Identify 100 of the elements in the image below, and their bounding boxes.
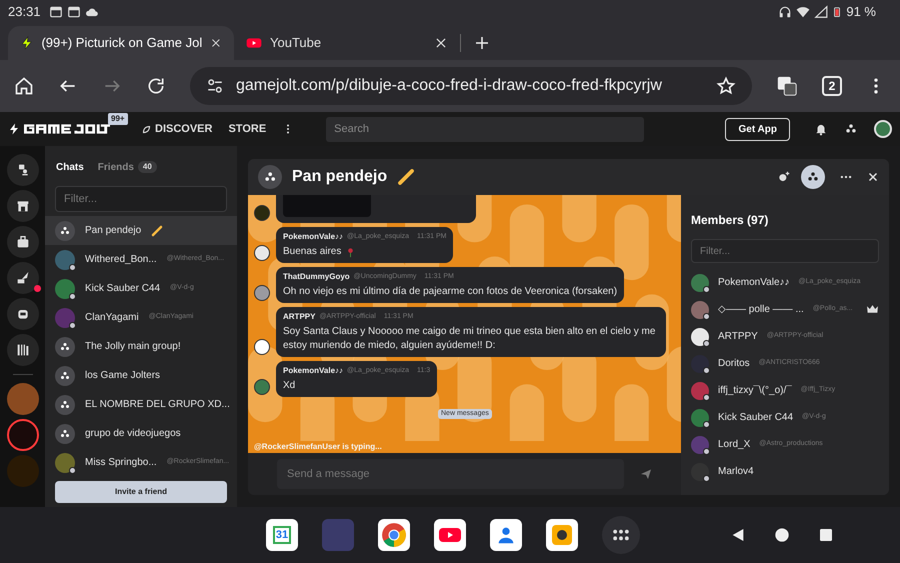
- member-name: Lord_X: [718, 438, 750, 452]
- message-text: Soy Santa Claus y Nooooo me caigo de mi trineo que esta bien alto en el cielo y me estoy muriendo de miedo, alguien ayúdeme!! D:: [283, 325, 656, 353]
- leaf-icon: [142, 124, 151, 134]
- add-member-icon[interactable]: [777, 170, 791, 184]
- chat-name: Kick Sauber C44: [85, 282, 160, 296]
- user-avatar: [254, 339, 270, 355]
- sidebar-button[interactable]: [6, 298, 38, 330]
- message-input[interactable]: Send a message: [277, 459, 624, 489]
- app-icon[interactable]: [602, 516, 640, 554]
- group-avatar-icon: [258, 165, 282, 189]
- message-text: Oh no viejo es mi último día de pajearme con fotos de Veeronica (forsaken): [283, 285, 618, 299]
- calendar-date: 31: [272, 526, 292, 544]
- plus-icon[interactable]: [473, 34, 491, 52]
- typing-indicator: @RockerSlimefanUser is typing...: [248, 441, 681, 453]
- community-avatar[interactable]: [6, 419, 38, 451]
- member-name: Marlov4: [718, 465, 754, 479]
- search-field[interactable]: Search: [326, 116, 644, 142]
- calendar-icon: [48, 5, 63, 19]
- filter-field[interactable]: Filter...: [691, 239, 879, 263]
- camera-icon: [550, 523, 574, 547]
- sidebar-button[interactable]: [6, 334, 38, 366]
- app-icon[interactable]: [490, 519, 522, 551]
- group-avatar-icon: [55, 424, 75, 444]
- sidebar-button[interactable]: [6, 226, 38, 258]
- message-author: PokemonVale♪♪: [283, 231, 344, 243]
- members-heading: Members (97): [691, 212, 770, 229]
- member-name: PokemonVale♪♪: [718, 276, 790, 290]
- send-icon[interactable]: [640, 468, 652, 480]
- app-icon[interactable]: [546, 519, 578, 551]
- briefcase-icon: [14, 234, 30, 250]
- group-avatar-icon: [55, 336, 75, 356]
- chat-name: EL NOMBRE DEL GRUPO XD...: [85, 398, 230, 412]
- chat-list-item[interactable]: Pan pendejo: [45, 216, 237, 245]
- chat-name: ClanYagami: [85, 311, 139, 325]
- browser-tab[interactable]: (99+) Picturick on Game Jol: [8, 26, 234, 60]
- address-bar[interactable]: gamejolt.com/p/dibuje-a-coco-fred-i-draw-coco-fred-fkpcyrjw: [190, 67, 752, 105]
- member-name: Kick Sauber C44: [718, 411, 794, 425]
- tab-title: (99+) Picturick on Game Jol: [41, 34, 202, 52]
- back-icon[interactable]: [730, 527, 746, 543]
- chat-name: Pan pendejo: [85, 224, 142, 238]
- lightning-icon: [8, 123, 20, 135]
- home-icon[interactable]: [14, 76, 34, 96]
- chat-name: grupo de videojuegos: [85, 427, 181, 441]
- profile-avatar[interactable]: [874, 120, 892, 138]
- chat-name: Miss Springbo...: [85, 456, 157, 470]
- calendar-icon: [66, 5, 81, 19]
- sidebar-button[interactable]: [6, 154, 38, 186]
- chat-list-item[interactable]: EL NOMBRE DEL GRUPO XD...: [45, 390, 237, 419]
- group-avatar-icon: [55, 366, 75, 386]
- message-author: ARTPPY: [283, 311, 316, 323]
- sidebar-button[interactable]: [6, 190, 38, 222]
- member-name: ◇—— polle —— ...: [718, 303, 804, 317]
- battery-icon: [832, 5, 842, 19]
- user-avatar: [254, 285, 270, 301]
- star-icon[interactable]: [716, 76, 736, 96]
- app-icon[interactable]: 31: [266, 519, 298, 551]
- quill-icon: [14, 270, 30, 286]
- chat-list-item[interactable]: los Game Jolters: [45, 361, 237, 390]
- notification-badge: 99+: [108, 113, 128, 125]
- filter-field[interactable]: Filter...: [55, 186, 227, 212]
- message-author: ThatDummyGoyo: [283, 271, 350, 283]
- reload-icon[interactable]: [146, 76, 166, 96]
- chat-tab[interactable]: Friends 40: [98, 160, 157, 174]
- members-button[interactable]: [801, 165, 825, 189]
- lightning-icon: [20, 35, 34, 51]
- url-text: gamejolt.com/p/dibuje-a-coco-fred-i-draw-coco-fred-fkpcyrjw: [236, 76, 663, 96]
- member-name: Doritos: [718, 357, 750, 371]
- tab-title: YouTube: [270, 34, 322, 52]
- nav-link[interactable]: STORE: [228, 120, 266, 138]
- tab-count-button[interactable]: 2: [822, 76, 842, 96]
- group-avatar-icon: [55, 394, 75, 414]
- count-badge: 40: [138, 161, 157, 173]
- member-name: iffj_tizxy¯\(°_o)/¯: [718, 384, 792, 398]
- sidebar-button[interactable]: [6, 262, 38, 294]
- nav-link[interactable]: DISCOVER: [142, 120, 212, 138]
- member-list-item[interactable]: Marlov4: [691, 458, 879, 485]
- app-icon[interactable]: [434, 519, 466, 551]
- close-icon[interactable]: [867, 171, 879, 183]
- headphones-icon: [778, 5, 792, 19]
- group-avatar-icon: [55, 220, 75, 240]
- member-name: ARTPPY: [718, 330, 758, 344]
- community-avatar[interactable]: [6, 383, 38, 415]
- site-settings-icon: [206, 77, 224, 95]
- browser-tab[interactable]: YouTube: [234, 26, 460, 60]
- library-icon: [14, 342, 30, 358]
- user-avatar: [254, 205, 270, 221]
- user-avatar: [254, 245, 270, 261]
- invite-friend-button[interactable]: Invite a friend: [55, 481, 227, 503]
- overview-icon[interactable]: [818, 527, 834, 543]
- chat-list-item[interactable]: The Jolly main group!: [45, 332, 237, 361]
- wifi-icon: [796, 5, 810, 19]
- chat-tab[interactable]: Chats: [56, 160, 84, 174]
- battery-percent: 91 %: [846, 3, 876, 22]
- get-app-button[interactable]: Get App: [725, 118, 790, 140]
- close-icon[interactable]: [434, 36, 448, 50]
- app-icon[interactable]: [378, 519, 410, 551]
- bell-icon[interactable]: [814, 122, 828, 136]
- chat-list-item[interactable]: grupo de videojuegos: [45, 419, 237, 448]
- chat-name: Withered_Bon...: [85, 253, 157, 267]
- home-icon[interactable]: [774, 527, 790, 543]
